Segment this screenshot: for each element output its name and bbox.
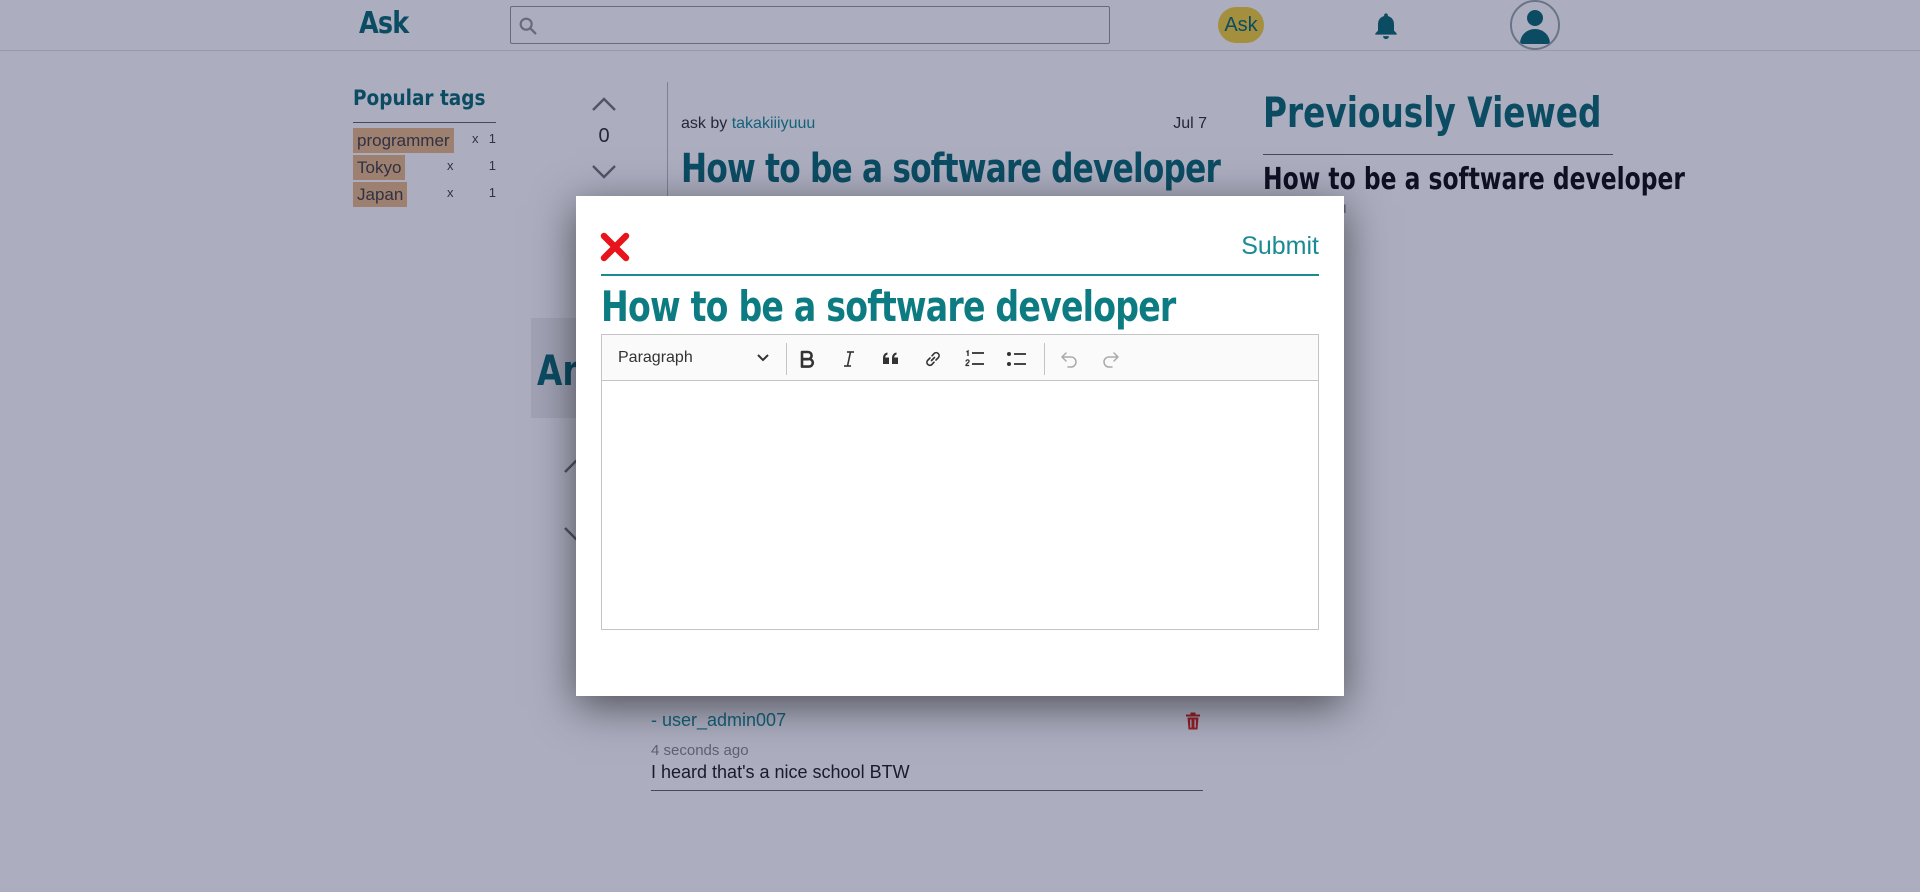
divider bbox=[601, 274, 1319, 276]
bold-button[interactable] bbox=[792, 344, 822, 374]
numbered-list-icon bbox=[965, 349, 984, 367]
link-icon bbox=[926, 351, 940, 367]
block-format-dropdown[interactable]: Paragraph bbox=[608, 342, 780, 374]
blockquote-button[interactable] bbox=[876, 344, 906, 374]
rich-text-editor: Paragraph bbox=[601, 334, 1319, 630]
toolbar-separator bbox=[786, 343, 787, 375]
undo-button[interactable] bbox=[1054, 344, 1084, 374]
toolbar-separator bbox=[1044, 343, 1045, 375]
undo-icon bbox=[1061, 352, 1077, 368]
bulleted-list-button[interactable] bbox=[1002, 344, 1032, 374]
block-format-value: Paragraph bbox=[618, 349, 693, 366]
editor-toolbar: Paragraph bbox=[602, 335, 1318, 381]
bulleted-list-icon bbox=[1007, 352, 1026, 366]
link-button[interactable] bbox=[918, 344, 948, 374]
redo-button[interactable] bbox=[1096, 344, 1126, 374]
blockquote-icon bbox=[883, 352, 898, 364]
bold-icon bbox=[800, 350, 815, 368]
close-icon[interactable] bbox=[600, 232, 630, 262]
italic-button[interactable] bbox=[834, 344, 864, 374]
answer-modal: Submit How to be a software developer Pa… bbox=[576, 196, 1344, 696]
chevron-down-icon bbox=[757, 354, 769, 362]
submit-button[interactable]: Submit bbox=[1241, 232, 1319, 261]
redo-icon bbox=[1103, 352, 1119, 368]
editor-content-area[interactable] bbox=[602, 382, 1318, 629]
italic-icon bbox=[844, 351, 854, 367]
modal-question-title: How to be a software developer bbox=[601, 282, 1176, 331]
numbered-list-button[interactable] bbox=[960, 344, 990, 374]
